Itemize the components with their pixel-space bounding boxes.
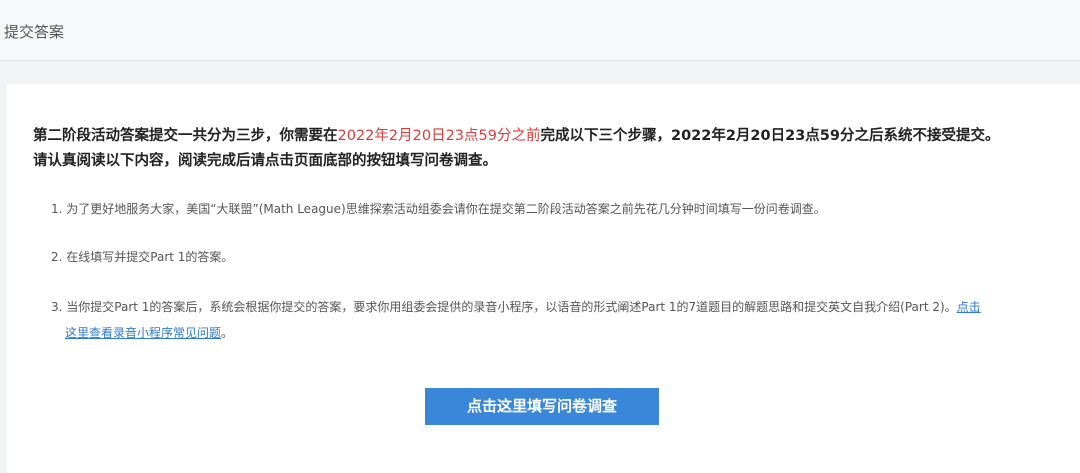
intro-line-2: 请认真阅读以下内容，阅读完成后请点击页面底部的按钮填写问卷调查。: [33, 153, 497, 169]
intro-text: 第二阶段活动答案提交一共分为三步，你需要在2022年2月20日23点59分之前完…: [33, 124, 999, 174]
intro-line-1: 第二阶段活动答案提交一共分为三步，你需要在2022年2月20日23点59分之前完…: [33, 124, 999, 149]
page-title: 提交答案: [4, 23, 65, 41]
content-panel: 第二阶段活动答案提交一共分为三步，你需要在2022年2月20日23点59分之前完…: [7, 84, 1080, 473]
list-item: 1. 为了更好地服务大家，美国“大联盟”(Math League)思维探索活动组…: [51, 202, 826, 216]
survey-button[interactable]: 点击这里填写问卷调查: [425, 388, 659, 425]
faq-link-part-2[interactable]: 这里查看录音小程序常见问题: [65, 326, 221, 340]
step-3-line-2: 这里查看录音小程序常见问题。: [51, 320, 981, 346]
list-item: 3. 当你提交Part 1的答案后，系统会根据你提交的答案，要求你用组委会提供的…: [51, 294, 981, 346]
step-3-text: 3. 当你提交Part 1的答案后，系统会根据你提交的答案，要求你用组委会提供的…: [51, 300, 957, 314]
intro-line-1-prefix: 第二阶段活动答案提交一共分为三步，你需要在: [33, 128, 338, 144]
step-3-suffix: 。: [221, 326, 234, 340]
list-item: 2. 在线填写并提交Part 1的答案。: [51, 250, 234, 264]
intro-line-1-suffix: 完成以下三个步骤，2022年2月20日23点59分之后系统不接受提交。: [540, 128, 1000, 144]
deadline-highlight: 2022年2月20日23点59分之前: [337, 128, 541, 144]
faq-link-part-1[interactable]: 点击: [957, 300, 981, 314]
header-bar: 提交答案: [0, 0, 1080, 61]
